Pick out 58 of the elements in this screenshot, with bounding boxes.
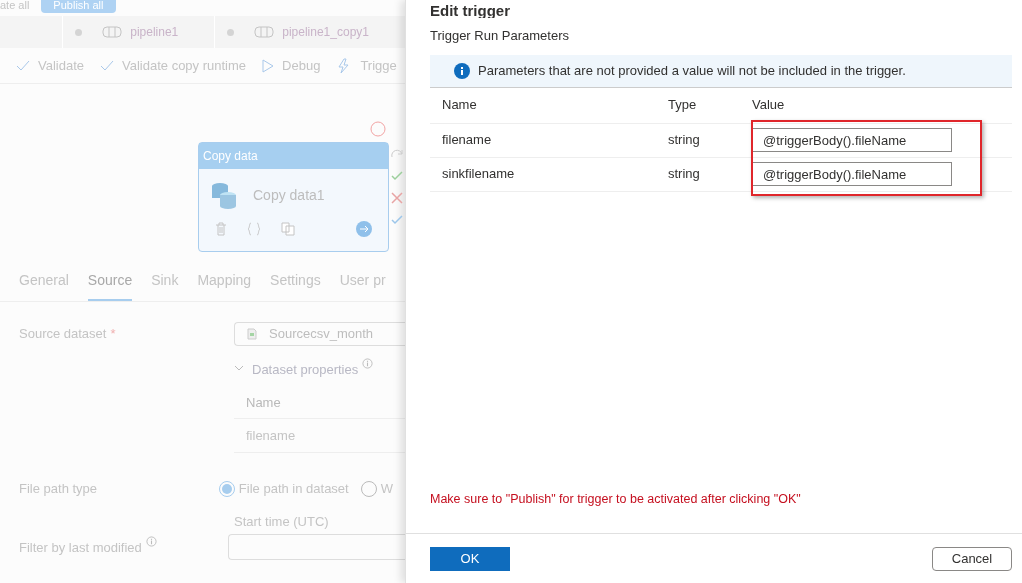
circle-icon bbox=[370, 121, 386, 137]
database-icon bbox=[211, 181, 237, 209]
trash-icon[interactable] bbox=[215, 222, 227, 236]
column-header: Value bbox=[752, 96, 785, 115]
field-label: Filter by last modified bbox=[19, 535, 228, 558]
detail-tab[interactable]: General bbox=[19, 270, 69, 301]
play-icon bbox=[262, 58, 275, 73]
cancel-button[interactable]: Cancel bbox=[932, 546, 1012, 571]
info-text: Parameters that are not provided a value will not be included in the trigger. bbox=[478, 61, 906, 80]
info-icon bbox=[145, 535, 157, 547]
tab-label: pipeline1 bbox=[130, 24, 179, 41]
required-mark: * bbox=[110, 326, 116, 341]
table-cell-text: sinkfilename bbox=[441, 165, 516, 184]
detail-tab[interactable]: Source bbox=[87, 270, 133, 301]
toolbar-button[interactable]: Trigge bbox=[336, 55, 397, 76]
value-field[interactable]: @triggerBody().fileName bbox=[752, 162, 952, 186]
detail-tab[interactable]: Mapping bbox=[197, 270, 252, 301]
chevron-down-icon[interactable] bbox=[234, 365, 244, 373]
field-label: Source dataset bbox=[19, 326, 107, 341]
detail-tab[interactable]: Settings bbox=[270, 270, 321, 301]
field-label: Start time (UTC) bbox=[234, 513, 330, 532]
copy-icon[interactable] bbox=[281, 222, 295, 236]
info-icon bbox=[454, 62, 470, 79]
detail-tab[interactable]: User pr bbox=[339, 270, 386, 301]
check-icon bbox=[100, 59, 114, 72]
section-title: Trigger Run Parameters bbox=[429, 27, 570, 45]
pipeline-icon bbox=[102, 26, 123, 38]
dataset-dropdown[interactable]: Sourcecsv_month bbox=[234, 322, 405, 346]
activity-header: Copy data bbox=[199, 143, 388, 169]
check-icon[interactable] bbox=[390, 213, 404, 227]
file-icon bbox=[247, 328, 257, 340]
field-label: File path type bbox=[19, 479, 99, 498]
detail-tab[interactable]: Sink bbox=[151, 270, 179, 301]
date-field[interactable] bbox=[228, 533, 405, 560]
toolbar-button[interactable]: Validate bbox=[16, 55, 84, 76]
check-icon[interactable] bbox=[390, 169, 404, 183]
arrow-right-icon[interactable] bbox=[356, 221, 372, 237]
activity-name: Copy data1 bbox=[253, 185, 325, 205]
ok-button[interactable]: OK bbox=[430, 546, 510, 571]
publish-button[interactable]: Publish all bbox=[41, 0, 116, 13]
warning-text: Make sure to "Publish" for trigger to be activated after clicking "OK" bbox=[429, 491, 802, 509]
check-icon bbox=[16, 59, 30, 72]
toolbar-button[interactable]: Debug bbox=[262, 55, 321, 76]
activity-card[interactable]: Copy data Copy data1 bbox=[198, 142, 389, 252]
table-cell-text: string bbox=[668, 165, 701, 184]
table-cell-text: string bbox=[668, 131, 701, 150]
close-icon[interactable] bbox=[390, 191, 404, 205]
column-header: Type bbox=[668, 96, 698, 115]
tab-label: pipeline1_copy1 bbox=[282, 24, 369, 41]
table-cell-text: filename bbox=[441, 131, 493, 150]
radio-option[interactable]: W bbox=[360, 478, 393, 499]
column-header: Name bbox=[441, 96, 478, 115]
pipeline-icon bbox=[254, 26, 275, 38]
value-field[interactable]: @triggerBody().fileName bbox=[752, 128, 952, 152]
section-title: Dataset properties bbox=[252, 358, 374, 380]
info-icon bbox=[362, 358, 374, 369]
toolbar-button[interactable]: Validate copy runtime bbox=[100, 55, 247, 76]
braces-icon[interactable] bbox=[247, 222, 261, 236]
